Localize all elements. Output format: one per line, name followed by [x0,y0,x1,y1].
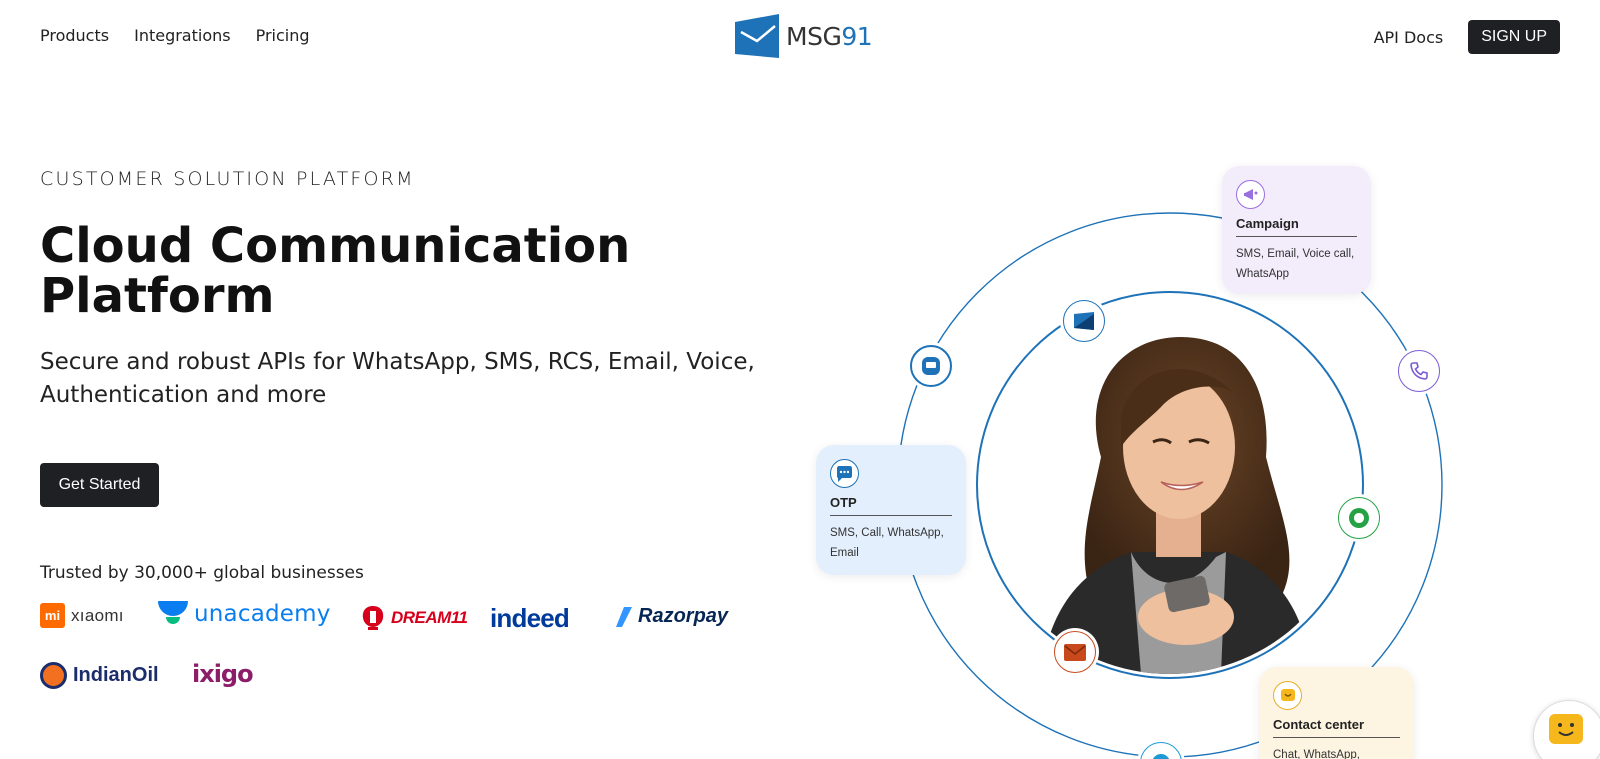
dream11-helmet-icon [362,606,384,630]
api-docs-link[interactable]: API Docs [1374,28,1444,47]
campaign-desc: SMS, Email, Voice call, WhatsApp [1236,248,1355,280]
hero-subtitle: Secure and robust APIs for WhatsApp, SMS… [40,349,755,408]
unacademy-mark-icon [158,601,188,624]
indianoil-mark-icon [40,662,67,689]
unacademy-logo: unacademy [158,601,331,627]
dream11-logo: DREAM11 [361,605,468,631]
ixigo-logo: ixigo [192,660,254,688]
xiaomi-mark: mi [40,603,65,628]
chat-smiley-icon [1549,714,1583,744]
nav-products[interactable]: Products [40,26,109,45]
contact-center-card[interactable]: Contact center Chat, WhatsApp, [1259,667,1414,759]
otp-desc: SMS, Call, WhatsApp, Email [830,527,944,559]
woman-with-phone-image [981,297,1358,674]
indeed-logo: indeed [490,603,570,633]
msg91-logo[interactable]: MSG91 [733,14,873,58]
nav-pricing[interactable]: Pricing [256,26,310,45]
logo-wordmark: MSG91 [786,21,873,51]
contact-center-desc: Chat, WhatsApp, [1273,749,1360,759]
trusted-by-text: Trusted by 30,000+ global businesses [40,563,364,583]
chat-bubble-icon [830,459,859,488]
razorpay-logo: Razorpay [616,605,728,628]
signup-button[interactable]: SIGN UP [1468,20,1560,54]
email-node-icon[interactable] [1054,631,1096,673]
smiley-chat-icon [1273,681,1302,710]
nav-integrations[interactable]: Integrations [134,26,231,45]
hero-eyebrow: CUSTOMER SOLUTION PLATFORM [40,168,415,190]
hero-title: Cloud Communication Platform [40,218,631,324]
whatsapp-node-icon[interactable] [1338,497,1380,539]
get-started-button[interactable]: Get Started [40,463,159,507]
indianoil-logo: IndianOil [40,662,159,689]
primary-nav: Products Integrations Pricing [40,26,310,45]
phone-node-icon[interactable] [1398,350,1440,392]
contact-center-title: Contact center [1273,717,1400,738]
megaphone-icon [1236,180,1265,209]
chat-node-icon[interactable] [910,345,952,387]
campaign-card[interactable]: Campaign SMS, Email, Voice call, WhatsAp… [1222,166,1371,294]
envelope-logo-icon [735,14,779,58]
otp-card[interactable]: OTP SMS, Call, WhatsApp, Email [816,445,966,575]
header-actions: API Docs SIGN UP [1374,20,1560,54]
msg91-node-icon[interactable] [1063,300,1105,342]
xiaomi-logo: mi xıaomı [40,603,124,628]
campaign-title: Campaign [1236,216,1357,237]
otp-title: OTP [830,495,952,516]
razorpay-mark-icon [616,606,632,627]
